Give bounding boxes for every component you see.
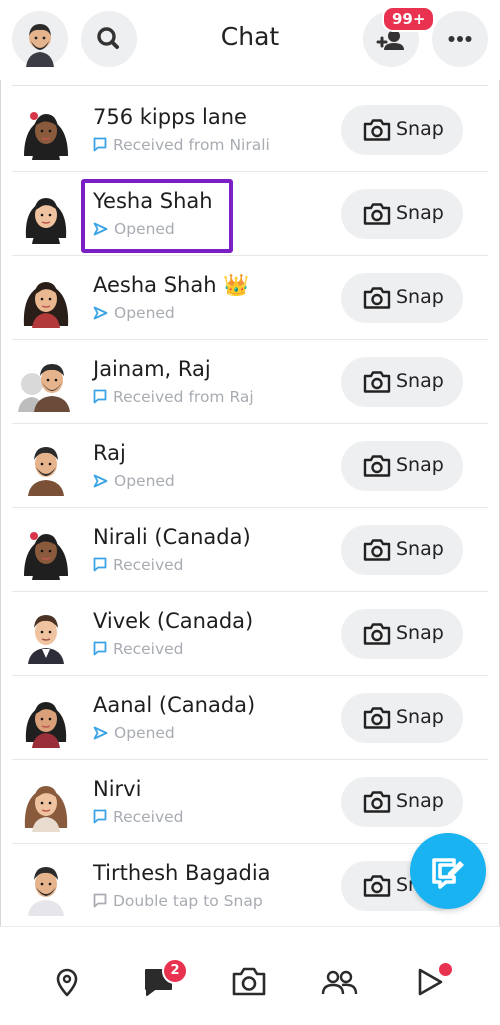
chat-name: Vivek (Canada) xyxy=(93,609,254,633)
snap-button-label: Snap xyxy=(396,454,444,476)
snap-button[interactable]: Snap xyxy=(341,525,463,575)
bitmoji-avatar-icon xyxy=(28,447,64,496)
received-chat-icon xyxy=(93,137,107,152)
received-chat-icon xyxy=(93,809,107,824)
snap-button[interactable]: Snap xyxy=(341,273,463,323)
camera-icon xyxy=(363,287,391,309)
map-pin-icon xyxy=(56,968,78,997)
snap-button-label: Snap xyxy=(396,538,444,560)
camera-icon xyxy=(363,539,391,561)
chat-name: Tirthesh Bagadia xyxy=(93,861,271,885)
chat-row[interactable]: Aanal (Canada) Opened Snap xyxy=(0,676,500,760)
snap-button[interactable]: Snap xyxy=(341,105,463,155)
chat-name: Aesha Shah 👑 xyxy=(93,273,250,297)
header-divider xyxy=(12,85,488,86)
bitmoji-avatar-icon xyxy=(25,702,67,748)
chat-row[interactable]: Raj Opened Snap xyxy=(0,424,500,508)
camera-icon xyxy=(363,371,391,393)
opened-arrow-icon xyxy=(93,726,108,740)
received-chat-icon xyxy=(93,641,107,656)
opened-arrow-icon xyxy=(93,474,108,488)
chat-row[interactable]: Aesha Shah 👑 Opened Snap xyxy=(0,256,500,340)
camera-icon xyxy=(363,455,391,477)
snap-button[interactable]: Snap xyxy=(341,189,463,239)
chat-name: Nirali (Canada) xyxy=(93,525,251,549)
bitmoji-avatar-icon xyxy=(25,198,67,244)
chat-status: Received xyxy=(93,808,184,826)
chat-status: Double tap to Snap xyxy=(93,892,263,910)
bitmoji-avatar-icon xyxy=(28,867,64,916)
highlight-annotation-box xyxy=(81,179,233,253)
chat-status: Opened xyxy=(93,304,175,322)
snap-button-label: Snap xyxy=(396,118,444,140)
more-options-button[interactable] xyxy=(432,11,488,67)
nav-map-button[interactable] xyxy=(45,960,89,1004)
chat-name: Raj xyxy=(93,441,126,465)
bitmoji-avatar-icon xyxy=(24,786,68,832)
chat-row[interactable]: Nirali (Canada) Received Snap xyxy=(0,508,500,592)
chat-name: Nirvi xyxy=(93,777,142,801)
snap-button-label: Snap xyxy=(396,286,444,308)
friend-requests-badge: 99+ xyxy=(382,6,436,32)
more-horizontal-icon xyxy=(448,36,472,42)
snap-button-label: Snap xyxy=(396,622,444,644)
snap-button-label: Snap xyxy=(396,790,444,812)
chat-status: Received from Nirali xyxy=(93,136,270,154)
bitmoji-avatar-icon xyxy=(24,532,68,580)
spotlight-notification-dot xyxy=(437,961,454,978)
received-chat-icon xyxy=(93,557,107,572)
opened-arrow-icon xyxy=(93,306,108,320)
chat-row[interactable]: Yesha Shah Opened Snap xyxy=(0,172,500,256)
snap-button-label: Snap xyxy=(396,202,444,224)
snap-button[interactable]: Snap xyxy=(341,441,463,491)
chat-status: Opened xyxy=(93,472,175,490)
camera-icon xyxy=(363,707,391,729)
camera-icon xyxy=(363,623,391,645)
chat-status: Opened xyxy=(93,724,175,742)
snap-button-label: Snap xyxy=(396,370,444,392)
chat-status: Received xyxy=(93,556,184,574)
camera-icon xyxy=(363,203,391,225)
nav-stories-button[interactable] xyxy=(317,960,361,1004)
snap-button[interactable]: Snap xyxy=(341,609,463,659)
new-chat-button[interactable] xyxy=(410,833,486,909)
camera-icon xyxy=(363,119,391,141)
chat-row[interactable]: Nirvi Received Snap xyxy=(0,760,500,844)
snap-button[interactable]: Snap xyxy=(341,693,463,743)
received-chat-icon xyxy=(93,389,107,404)
camera-icon xyxy=(363,791,391,813)
snap-button[interactable]: Snap xyxy=(341,777,463,827)
header: Chat 99+ xyxy=(0,0,500,80)
bitmoji-avatar-icon xyxy=(24,112,68,160)
chat-row[interactable]: 756 kipps lane Received from Nirali Snap xyxy=(0,88,500,172)
double-tap-chat-icon xyxy=(93,893,107,908)
compose-chat-icon xyxy=(432,858,464,889)
snap-button-label: Snap xyxy=(396,706,444,728)
nav-camera-button[interactable] xyxy=(227,960,271,1004)
snap-button[interactable]: Snap xyxy=(341,357,463,407)
camera-icon xyxy=(363,875,391,897)
friends-icon xyxy=(321,970,358,995)
chat-status: Received from Raj xyxy=(93,388,254,406)
chat-name: 756 kipps lane xyxy=(93,105,247,129)
chat-name: Aanal (Canada) xyxy=(93,693,256,717)
chat-status: Received xyxy=(93,640,184,658)
bitmoji-avatar-icon xyxy=(28,615,64,664)
chat-row[interactable]: Jainam, Raj Received from Raj Snap xyxy=(0,340,500,424)
bitmoji-avatar-icon xyxy=(23,282,69,328)
chat-name: Jainam, Raj xyxy=(93,357,211,381)
chat-unread-badge: 2 xyxy=(162,958,188,984)
group-bitmoji-avatar-icon xyxy=(18,364,70,412)
camera-icon xyxy=(232,967,266,996)
chat-row[interactable]: Vivek (Canada) Received Snap xyxy=(0,592,500,676)
